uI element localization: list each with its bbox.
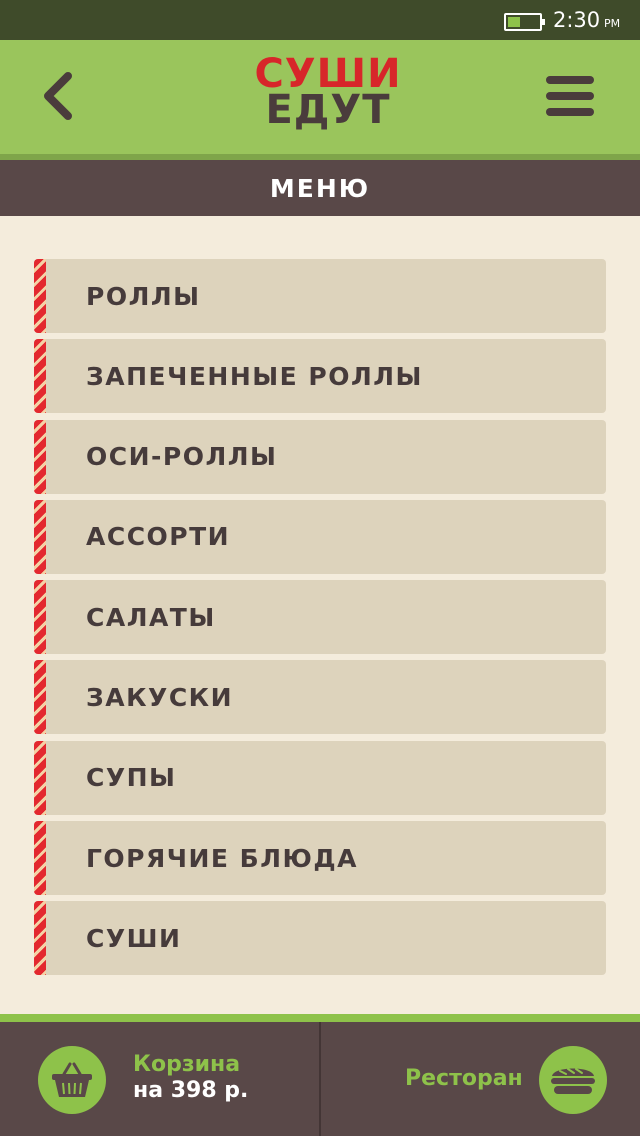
menu-item-label: РОЛЛЫ [86,281,201,311]
sushi-icon-glyph [551,1068,595,1094]
menu-item-osi-rolls[interactable]: ОСИ-РОЛЛЫ [34,419,606,494]
menu-item-soups[interactable]: СУПЫ [34,740,606,815]
menu-item-baked-rolls[interactable]: ЗАПЕЧЕННЫЕ РОЛЛЫ [34,339,606,414]
status-bar: 2:30 PM [0,0,640,40]
menu-item-stripe [34,259,46,333]
menu-list: РОЛЛЫ ЗАПЕЧЕННЫЕ РОЛЛЫ ОСИ-РОЛЛЫ АССОРТИ… [34,259,606,982]
menu-item-salads[interactable]: САЛАТЫ [34,580,606,655]
menu-item-label: ГОРЯЧИЕ БЛЮДА [86,843,358,873]
menu-item-label: ЗАКУСКИ [86,682,234,712]
menu-item-label: СУПЫ [86,763,177,793]
menu-item-stripe [34,339,46,414]
status-time: 2:30 [553,8,601,32]
restaurant-button[interactable]: Ресторан [321,1022,640,1136]
section-title: МЕНЮ [269,173,371,203]
menu-item-stripe [34,740,46,815]
section-header: МЕНЮ [0,160,640,216]
basket-icon-glyph [52,1062,92,1097]
sushi-icon [539,1046,607,1114]
menu-item-label: САЛАТЫ [86,602,216,632]
logo-line-2: ЕДУТ [265,87,391,133]
cart-title: Корзина [133,1052,241,1077]
back-button[interactable] [30,68,86,124]
menu-item-hot-dishes[interactable]: ГОРЯЧИЕ БЛЮДА [34,821,606,896]
menu-item-stripe [34,821,46,896]
app-logo: СУШИ ЕДУТ [238,54,418,136]
hamburger-menu-icon [546,76,594,116]
menu-item-label: СУШИ [86,923,182,953]
app-header: СУШИ ЕДУТ [0,40,640,160]
menu-item-rolls[interactable]: РОЛЛЫ [34,259,606,333]
chevron-left-icon [44,72,72,120]
menu-item-stripe [34,901,46,976]
basket-icon [38,1046,106,1114]
menu-item-appetizers[interactable]: ЗАКУСКИ [34,660,606,735]
battery-level [508,17,520,27]
menu-item-label: АССОРТИ [86,522,231,552]
battery-icon [504,13,545,31]
menu-item-label: ОСИ-РОЛЛЫ [86,442,278,472]
menu-item-stripe [34,419,46,494]
cart-button[interactable]: Корзина на 398 р. [0,1022,318,1136]
menu-item-sushi[interactable]: СУШИ [34,901,606,976]
bottom-bar: Корзина на 398 р. Ресторан [0,1014,640,1136]
menu-item-stripe [34,580,46,655]
menu-item-assorted[interactable]: АССОРТИ [34,499,606,574]
cart-amount: на 398 р. [133,1078,249,1103]
hamburger-menu-button[interactable] [540,68,600,124]
menu-item-stripe [34,660,46,735]
restaurant-label: Ресторан [405,1066,523,1091]
menu-item-label: ЗАПЕЧЕННЫЕ РОЛЛЫ [86,361,423,391]
menu-item-stripe [34,499,46,574]
status-ampm: PM [604,17,621,30]
